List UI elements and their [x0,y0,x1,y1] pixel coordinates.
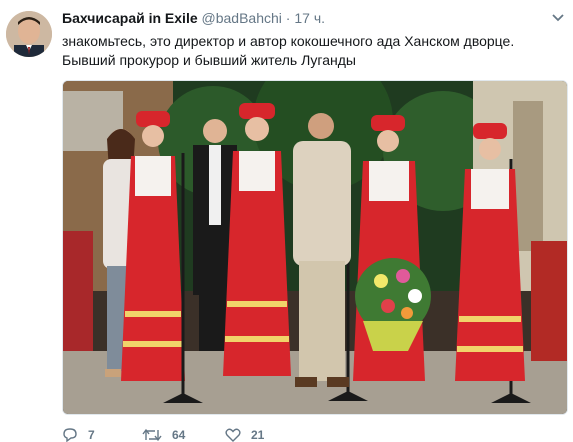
tweet-text-line: знакомьтесь, это директор и автор кокоше… [62,33,515,49]
tweet-card[interactable]: Бахчисарай in Exile @badBahchi · 17 ч. з… [0,0,573,442]
reply-icon [63,428,77,442]
like-count: 21 [251,428,265,442]
tweet-timestamp[interactable]: 17 ч. [294,10,325,26]
author-handle[interactable]: @badBahchi [202,10,282,26]
tweet-actions: 7 64 21 [62,428,562,442]
tweet-text: знакомьтесь, это директор и автор кокоше… [62,32,562,70]
retweet-icon [142,428,162,442]
tweet-header: Бахчисарай in Exile @badBahchi · 17 ч. [62,10,542,30]
heart-icon [225,428,241,442]
author-name[interactable]: Бахчисарай in Exile [62,10,198,26]
author-avatar[interactable] [6,11,52,57]
chevron-down-icon[interactable] [551,11,565,25]
avatar-portrait [6,11,52,57]
like-button[interactable]: 21 [225,428,264,442]
retweet-button[interactable]: 64 [142,428,185,442]
tweet-photo[interactable] [62,80,568,415]
tweet-text-line: Бывший прокурор и бывший житель Луганды [62,52,356,68]
reply-button[interactable]: 7 [62,428,95,442]
reply-count: 7 [88,428,95,442]
stage-photo-illustration [63,81,567,414]
header-separator: · [285,10,291,26]
retweet-count: 64 [172,428,186,442]
